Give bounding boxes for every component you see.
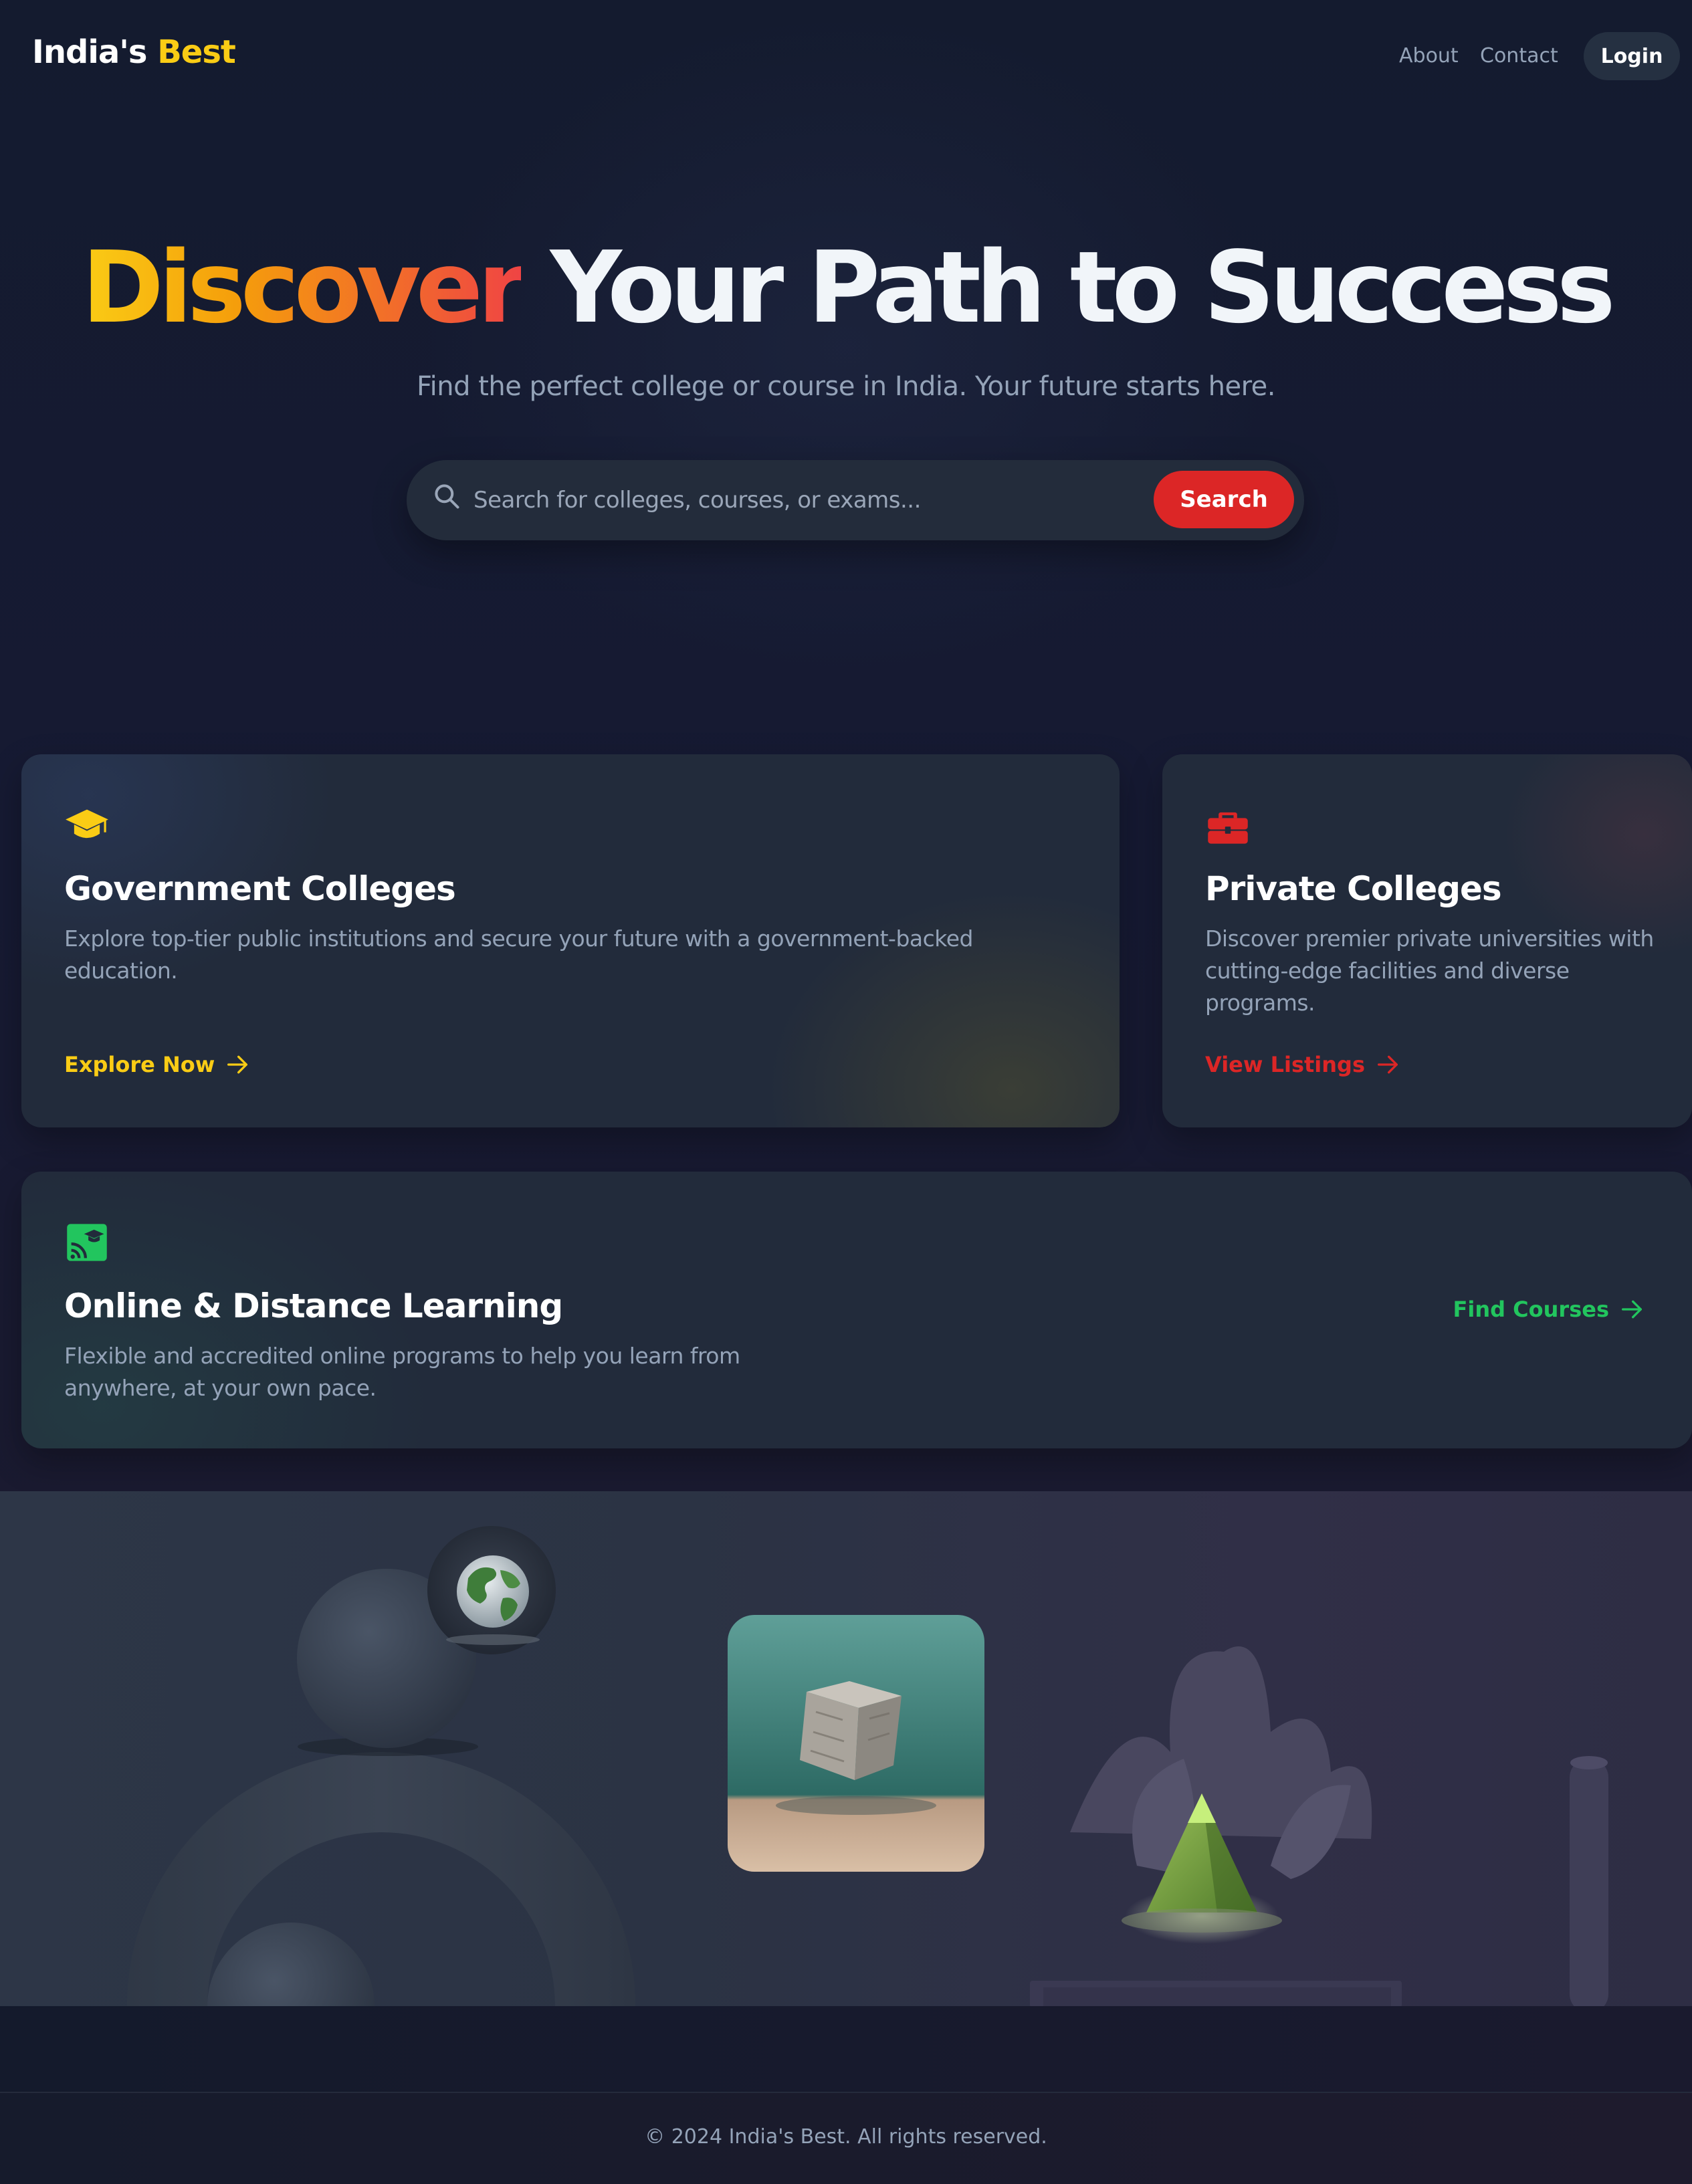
copyright-text: © 2024 India's Best. All rights reserved… bbox=[645, 2125, 1047, 2149]
briefcase-icon bbox=[1208, 812, 1248, 844]
card-description: Flexible and accredited online programs … bbox=[64, 1343, 740, 1401]
hero-illustration bbox=[0, 1491, 1692, 2006]
explore-now-link[interactable]: Explore Now bbox=[64, 1051, 251, 1078]
graduation-cap-icon bbox=[66, 809, 108, 839]
search-icon bbox=[435, 484, 459, 509]
card-title: Private Colleges bbox=[1205, 869, 1502, 908]
top-nav: India's Best About Contact Login bbox=[0, 0, 1692, 112]
nav-link-about[interactable]: About bbox=[1399, 44, 1459, 68]
search-input[interactable]: Search for colleges, courses, or exams..… bbox=[473, 480, 1142, 520]
find-courses-link[interactable]: Find Courses bbox=[1453, 1296, 1645, 1323]
logo-text: India's bbox=[32, 33, 158, 71]
page: India's Best About Contact Login Discove… bbox=[0, 0, 1692, 2184]
nav-link-contact[interactable]: Contact bbox=[1480, 44, 1558, 68]
search-button[interactable]: Search bbox=[1154, 471, 1294, 528]
card-online-distance-learning: Online & Distance Learning Flexible and … bbox=[21, 1172, 1692, 1448]
illustration-scene bbox=[127, 1526, 1608, 2006]
arrow-right-icon bbox=[1622, 1300, 1642, 1319]
footer: © 2024 India's Best. All rights reserved… bbox=[0, 2092, 1692, 2184]
online-learning-icon bbox=[67, 1224, 107, 1261]
logo-accent-text: Best bbox=[157, 33, 236, 71]
footer-spacer bbox=[0, 2006, 1692, 2092]
arrow-right-icon bbox=[1377, 1055, 1398, 1074]
hero-title-highlight: Discover bbox=[82, 230, 526, 345]
site-logo[interactable]: India's Best bbox=[32, 33, 236, 71]
card-description: Explore top-tier public institutions and… bbox=[64, 925, 973, 984]
link-label: Find Courses bbox=[1453, 1297, 1609, 1322]
view-listings-link[interactable]: View Listings bbox=[1205, 1051, 1401, 1078]
hero-title: Discover Your Path to Success bbox=[0, 231, 1692, 344]
link-label: View Listings bbox=[1205, 1052, 1365, 1077]
card-title: Government Colleges bbox=[64, 869, 456, 908]
link-label: Explore Now bbox=[64, 1052, 215, 1077]
card-description: Discover premier private universities wi… bbox=[1205, 925, 1654, 1016]
search-bar: Search for colleges, courses, or exams..… bbox=[407, 460, 1304, 540]
hero-subtitle: Find the perfect college or course in In… bbox=[417, 371, 1275, 402]
card-private-colleges: Private Colleges Discover premier privat… bbox=[1162, 754, 1692, 1127]
card-title: Online & Distance Learning bbox=[64, 1287, 563, 1325]
login-button[interactable]: Login bbox=[1584, 32, 1680, 80]
hero-title-rest: Your Path to Success bbox=[521, 230, 1616, 345]
arrow-right-icon bbox=[227, 1055, 248, 1074]
card-government-colleges: Government Colleges Explore top-tier pub… bbox=[21, 754, 1120, 1127]
